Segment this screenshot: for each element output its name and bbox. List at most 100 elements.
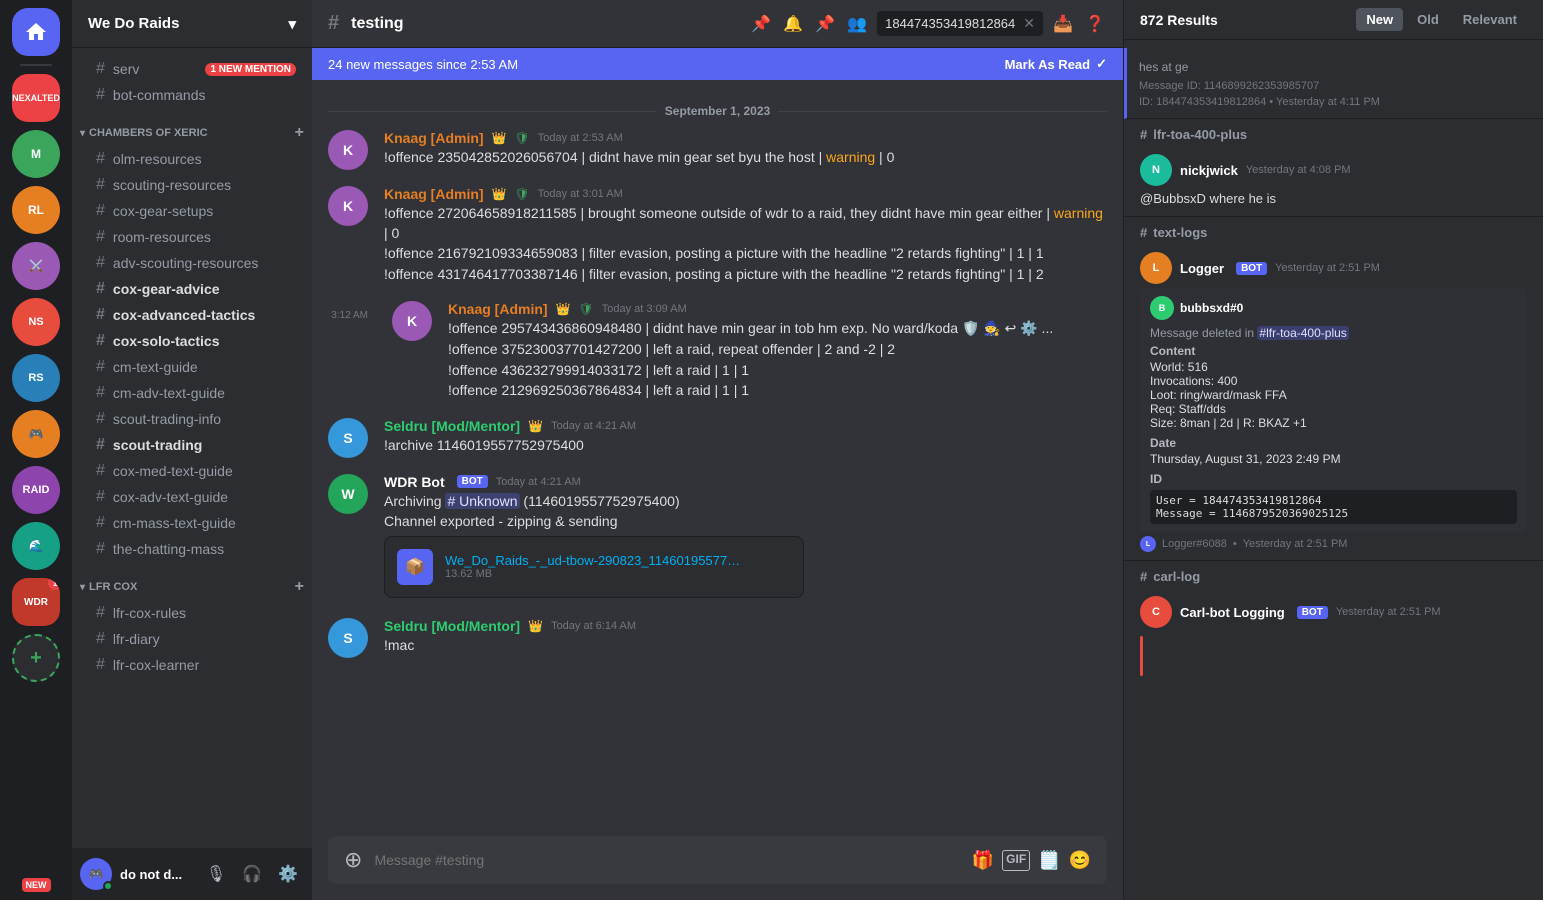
threads-icon[interactable]: 📌 — [749, 12, 773, 36]
category-lfr-cox[interactable]: ▾ LFR COX + — [72, 562, 312, 600]
sidebar-item-room-resources[interactable]: # room-resources — [80, 224, 304, 250]
server-icon-footer[interactable]: + — [12, 634, 60, 682]
message-author[interactable]: Seldru [Mod/Mentor] — [384, 618, 520, 634]
sidebar-item-cox-advanced-tactics[interactable]: # cox-advanced-tactics — [80, 302, 304, 328]
sidebar-item-cox-med-text-guide[interactable]: # cox-med-text-guide — [80, 458, 304, 484]
bot-badge: BOT — [1236, 262, 1267, 275]
pin-icon[interactable]: 📌 — [813, 12, 837, 36]
search-results: hes at ge Message ID: 114689926235398570… — [1124, 40, 1543, 695]
user-avatar: 🎮 — [80, 858, 112, 890]
crown-icon: 👑 — [492, 131, 507, 145]
id-section-label: ID — [1150, 472, 1517, 486]
deleted-msg-avatar: B — [1150, 296, 1174, 320]
sidebar-item-cox-adv-text-guide[interactable]: # cox-adv-text-guide — [80, 484, 304, 510]
deafen-icon[interactable]: 🎧 — [236, 858, 268, 890]
members-icon[interactable]: 👥 — [845, 12, 869, 36]
server-icon-rs[interactable]: RS — [12, 354, 60, 402]
sidebar-item-lfr-diary[interactable]: # lfr-diary — [80, 626, 304, 652]
server-icon-rl[interactable]: RL — [12, 186, 60, 234]
hash-icon: # — [96, 280, 105, 298]
tab-relevant[interactable]: Relevant — [1453, 8, 1527, 31]
content-label: Content — [1150, 344, 1517, 358]
channel-mention[interactable]: # Unknown — [445, 493, 519, 509]
category-chambers[interactable]: ▾ CHAMBERS OF XERIC + — [72, 108, 312, 146]
hash-icon: # — [96, 254, 105, 272]
new-messages-bar: 24 new messages since 2:53 AM Mark As Re… — [312, 48, 1123, 80]
sidebar-item-lfr-cox-learner[interactable]: # lfr-cox-learner — [80, 652, 304, 678]
server-name[interactable]: We Do Raids ▾ — [72, 0, 312, 48]
file-icon: 📦 — [397, 549, 433, 585]
result-footer: L Logger#6088 • Yesterday at 2:51 PM — [1140, 536, 1527, 552]
context-text: hes at ge — [1139, 56, 1527, 78]
result-channel-header: # text-logs — [1124, 217, 1543, 244]
message-header: Seldru [Mod/Mentor] 👑 Today at 4:21 AM — [384, 418, 1107, 434]
bot-badge: BOT — [1297, 606, 1328, 619]
message-author[interactable]: WDR Bot — [384, 474, 445, 490]
check-icon: ✓ — [1096, 56, 1107, 72]
sidebar-item-scouting-resources[interactable]: # scouting-resources — [80, 172, 304, 198]
deleted-in-channel[interactable]: #lfr-toa-400-plus — [1257, 326, 1348, 340]
hash-icon: # — [96, 540, 105, 558]
help-icon[interactable]: ❓ — [1083, 12, 1107, 36]
message-author[interactable]: Seldru [Mod/Mentor] — [384, 418, 520, 434]
sidebar-item-adv-scouting[interactable]: # adv-scouting-resources — [80, 250, 304, 276]
arrow-icon: ▾ — [80, 128, 85, 139]
file-attachment: 📦 We_Do_Raids_-_ud-tbow-290823_114601955… — [384, 536, 804, 598]
result-item-carlbot: C Carl-bot Logging BOT Yesterday at 2:51… — [1124, 588, 1543, 687]
search-clear-icon[interactable]: ✕ — [1023, 15, 1035, 32]
sticker-icon[interactable]: 🗒️ — [1038, 850, 1060, 871]
mute-icon[interactable]: 🎙 — [200, 858, 232, 890]
sidebar-item-cox-gear-advice[interactable]: # cox-gear-advice — [80, 276, 304, 302]
server-divider — [20, 64, 52, 66]
sidebar-item-chatting-mass[interactable]: # the-chatting-mass — [80, 536, 304, 562]
sidebar-item-lfr-cox-rules[interactable]: # lfr-cox-rules — [80, 600, 304, 626]
tab-new[interactable]: New — [1356, 8, 1403, 31]
sidebar-item-cox-gear-setups[interactable]: # cox-gear-setups — [80, 198, 304, 224]
server-icon-ns[interactable]: NS — [12, 298, 60, 346]
hash-icon: # — [96, 60, 105, 78]
gif-icon[interactable]: GIF — [1002, 850, 1030, 871]
server-icon-purple[interactable]: ⚔️ — [12, 242, 60, 290]
tab-old[interactable]: Old — [1407, 8, 1449, 31]
sidebar-item-bot-commands[interactable]: # bot-commands — [80, 82, 304, 108]
sidebar-item-scout-trading[interactable]: # scout-trading — [80, 432, 304, 458]
server-icon-nexalted[interactable]: NEXALTED — [12, 74, 60, 122]
sidebar-item-olm-resources[interactable]: # olm-resources — [80, 146, 304, 172]
messages-container: September 1, 2023 K Knaag [Admin] 👑 🛡 To… — [312, 80, 1123, 836]
mark-as-read-button[interactable]: Mark As Read ✓ — [1005, 56, 1107, 72]
message-header: WDR Bot BOT Today at 4:21 AM — [384, 474, 1107, 490]
mention-badge: 1 NEW MENTION — [205, 63, 296, 76]
sidebar-item-cox-solo-tactics[interactable]: # cox-solo-tactics — [80, 328, 304, 354]
hash-icon: # — [96, 488, 105, 506]
add-lfr-channel-icon[interactable]: + — [295, 578, 304, 596]
settings-icon[interactable]: ⚙️ — [272, 858, 304, 890]
server-icon-teal[interactable]: 🌊 — [12, 522, 60, 570]
emoji-icon[interactable]: 😊 — [1069, 850, 1091, 871]
server-icon-m[interactable]: M — [12, 130, 60, 178]
server-icon-orange[interactable]: 🎮 — [12, 410, 60, 458]
message-author[interactable]: Knaag [Admin] — [384, 186, 484, 202]
notifications-icon[interactable]: 🔔 — [781, 12, 805, 36]
sidebar-item-scout-trading-info[interactable]: # scout-trading-info — [80, 406, 304, 432]
hash-icon: # — [96, 176, 105, 194]
sidebar-item-cm-text-guide[interactable]: # cm-text-guide — [80, 354, 304, 380]
server-icon-wdr[interactable]: WDR 1 — [12, 578, 60, 626]
sidebar-item-cm-mass-text-guide[interactable]: # cm-mass-text-guide — [80, 510, 304, 536]
id-label: ID: — [1139, 96, 1156, 108]
inbox-icon[interactable]: 📥 — [1051, 12, 1075, 36]
message-author[interactable]: Knaag [Admin] — [448, 301, 548, 317]
crown-icon: 👑 — [556, 302, 571, 316]
sidebar-item-serv[interactable]: # serv 1 NEW MENTION — [80, 56, 304, 82]
result-channel-header-carllog: # carl-log — [1124, 561, 1543, 588]
search-bar-header[interactable]: 184474353419812864 ✕ — [877, 11, 1043, 36]
add-attachment-icon[interactable]: ⊕ — [344, 847, 362, 873]
channel-header: # testing 📌 🔔 📌 👥 184474353419812864 ✕ 📥… — [312, 0, 1123, 48]
home-server-icon[interactable] — [12, 8, 60, 56]
server-icon-raid[interactable]: RAID — [12, 466, 60, 514]
gift-icon[interactable]: 🎁 — [972, 850, 994, 871]
message-author[interactable]: Knaag [Admin] — [384, 130, 484, 146]
add-channel-icon[interactable]: + — [295, 124, 304, 142]
sidebar-item-cm-adv-text-guide[interactable]: # cm-adv-text-guide — [80, 380, 304, 406]
message-input[interactable] — [374, 852, 959, 868]
message-text: !offence 272064658918211585 | brought so… — [384, 204, 1107, 284]
